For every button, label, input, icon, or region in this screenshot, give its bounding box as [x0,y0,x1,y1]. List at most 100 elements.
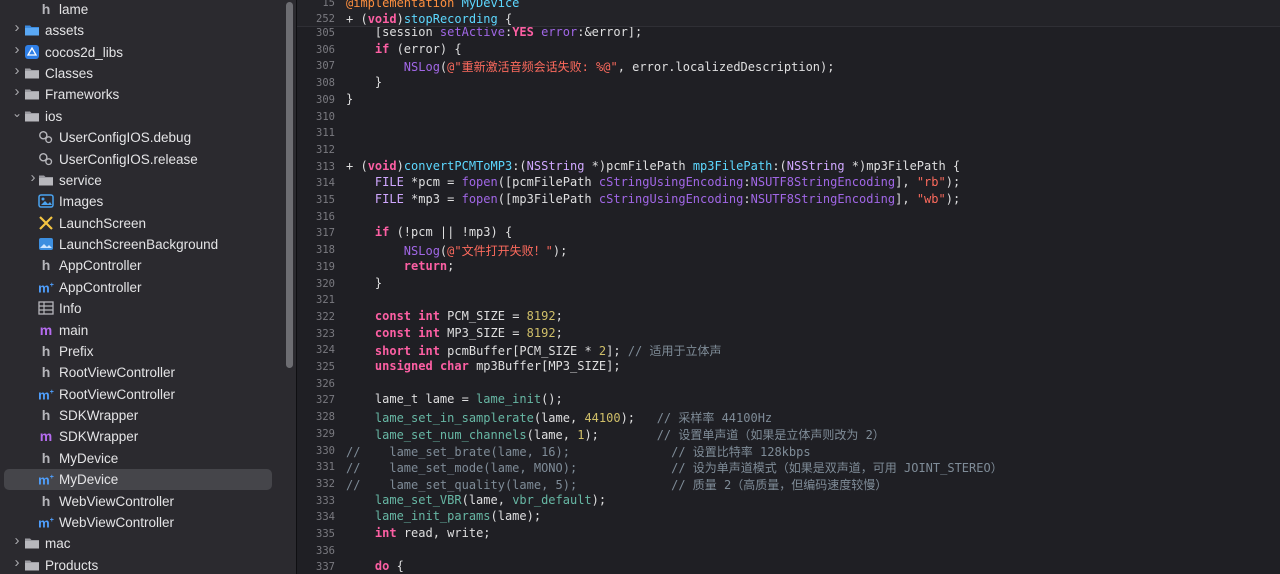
code-line[interactable]: 336 [297,543,1280,560]
navigator-item-frameworks[interactable]: › Frameworks [0,84,284,105]
code-line[interactable]: 309} [297,92,1280,109]
disclosure-chevron-icon[interactable]: › [12,555,22,570]
navigator-item-label: main [59,322,89,338]
code-line[interactable]: 312 [297,142,1280,159]
navigator-scrollbar[interactable] [286,2,293,368]
asset-catalog-icon [38,193,54,209]
code-line[interactable]: 323 const int MP3_SIZE = 8192; [297,326,1280,343]
navigator-item-label: SDKWrapper [59,429,139,445]
line-number: 326 [316,377,335,390]
navigator-item-webviewcontroller[interactable]: h WebViewController [0,491,284,512]
line-number: 318 [316,244,335,257]
disclosure-chevron-icon[interactable]: › [12,84,22,99]
navigator-item-cocos2d-libs[interactable]: › cocos2d_libs [0,42,284,63]
code-line[interactable]: 332 // lame_set_quality(lame, 5); // 质量 2… [297,476,1280,493]
code-line[interactable]: 328 lame_set_in_samplerate(lame, 44100);… [297,409,1280,426]
disclosure-chevron-icon[interactable]: › [12,20,22,35]
navigator-item-userconfigios-debug[interactable]: UserConfigIOS.debug [0,127,284,148]
code-line[interactable]: 330 // lame_set_brate(lame, 16); // 设置比特率… [297,443,1280,460]
code-line[interactable]: 317 if (!pcm || !mp3) { [297,225,1280,242]
code-line[interactable]: 320 } [297,276,1280,293]
code-line[interactable]: 327 lame_t lame = lame_init(); [297,392,1280,409]
line-number: 309 [316,93,335,106]
navigator-item-label: MyDevice [59,472,119,488]
disclosure-chevron-icon[interactable]: › [28,170,38,185]
code-text: const int MP3_SIZE = 8192; [374,325,563,340]
code-text: return; [403,258,455,273]
navigator-item-label: RootViewController [59,386,176,402]
code-line[interactable]: 311 [297,125,1280,142]
code-line[interactable]: 333 lame_set_VBR(lame, vbr_default); [297,493,1280,510]
code-line[interactable]: 308 } [297,75,1280,92]
code-text: if (error) { [374,41,462,56]
line-number: 334 [316,511,335,524]
code-line[interactable]: 335 int read, write; [297,526,1280,543]
sticky-header-line[interactable]: 252 + (void)stopRecording { [297,12,1280,26]
code-line[interactable]: 325 unsigned char mp3Buffer[MP3_SIZE]; [297,359,1280,376]
navigator-item-rootviewcontroller[interactable]: h RootViewController [0,362,284,383]
navigator-item-prefix[interactable]: h Prefix [0,341,284,362]
sticky-header-line[interactable]: 15 @implementation MyDevice [297,0,1280,10]
disclosure-chevron-icon[interactable]: › [12,533,22,548]
folder-icon [24,108,40,124]
navigator-item-service[interactable]: › service [0,170,284,191]
navigator-item-assets[interactable]: › assets [0,20,284,41]
code-line[interactable]: 326 [297,376,1280,393]
code-line[interactable]: 316 [297,209,1280,226]
navigator-item-mydevice[interactable]: h MyDevice [0,448,284,469]
storyboard-icon [38,215,54,231]
navigator-item-webviewcontroller[interactable]: m+ WebViewController [0,512,284,533]
navigator-item-label: mac [45,536,71,552]
navigator-item-launchscreen[interactable]: LaunchScreen [0,213,284,234]
navigator-item-lame[interactable]: h lame [0,0,284,20]
navigator-item-info[interactable]: Info [0,298,284,319]
navigator-item-main[interactable]: m main [0,320,284,341]
code-line[interactable]: 310 [297,109,1280,126]
navigator-item-label: service [59,172,102,188]
navigator-item-appcontroller[interactable]: h AppController [0,255,284,276]
code-line[interactable]: 319 return; [297,259,1280,276]
code-line[interactable]: 331 // lame_set_mode(lame, MONO); // 设为单声… [297,459,1280,476]
navigator-item-products[interactable]: › Products [0,555,284,574]
navigator-item-launchscreenbackground[interactable]: LaunchScreenBackground [0,234,284,255]
navigator-item-rootviewcontroller[interactable]: m+ RootViewController [0,384,284,405]
code-line[interactable]: 337 do { [297,559,1280,574]
navigator-item-mac[interactable]: › mac [0,533,284,554]
code-line[interactable]: 305 [session setActive:YES error:&error]… [297,25,1280,42]
code-line[interactable]: 324 short int pcmBuffer[PCM_SIZE * 2]; /… [297,342,1280,359]
line-number: 333 [316,494,335,507]
navigator-item-mydevice[interactable]: m+ MyDevice [4,469,272,491]
disclosure-chevron-icon[interactable]: › [12,42,22,57]
navigator-item-images[interactable]: Images [0,191,284,212]
code-line[interactable]: 306 if (error) { [297,42,1280,59]
navigator-item-appcontroller[interactable]: m+ AppController [0,277,284,298]
line-number: 316 [316,210,335,223]
navigator-item-label: LaunchScreen [59,215,147,231]
code-line[interactable]: 334 lame_init_params(lame); [297,509,1280,526]
navigator-item-userconfigios-release[interactable]: UserConfigIOS.release [0,149,284,170]
line-number: 321 [316,294,335,307]
code-line[interactable]: 315 FILE *mp3 = fopen([mp3FilePath cStri… [297,192,1280,209]
code-line[interactable]: 329 lame_set_num_channels(lame, 1); // 设… [297,426,1280,443]
code-line[interactable]: 322 const int PCM_SIZE = 8192; [297,309,1280,326]
line-number: 320 [316,277,335,290]
sticky-scope-header[interactable]: 15 @implementation MyDevice 252 + (void)sto… [297,0,1280,27]
disclosure-chevron-icon[interactable]: ⌄ [12,107,22,119]
navigator-item-sdkwrapper[interactable]: h SDKWrapper [0,405,284,426]
code-line[interactable]: 313 + (void)convertPCMToMP3:(NSString *)p… [297,159,1280,176]
line-number: 322 [316,310,335,323]
line-number: 332 [316,477,335,490]
navigator-item-sdkwrapper[interactable]: m SDKWrapper [0,426,284,447]
disclosure-chevron-icon[interactable]: › [12,63,22,78]
code-text: FILE *pcm = fopen([pcmFilePath cStringUs… [374,175,961,190]
code-editor[interactable]: 15 @implementation MyDevice 252 + (void)sto… [297,0,1280,574]
navigator-item-ios[interactable]: ⌄ ios [0,106,284,127]
code-line[interactable]: 314 FILE *pcm = fopen([pcmFilePath cStri… [297,175,1280,192]
header-file-icon: h [41,257,51,274]
code-line[interactable]: 318 NSLog(@"文件打开失败！"); [297,242,1280,259]
navigator-item-classes[interactable]: › Classes [0,63,284,84]
code-line[interactable]: 321 [297,292,1280,309]
code-text: if (!pcm || !mp3) { [374,225,513,240]
code-line[interactable]: 307 NSLog(@"重新激活音频会话失败: %@", error.local… [297,58,1280,75]
line-number: 305 [316,27,335,39]
